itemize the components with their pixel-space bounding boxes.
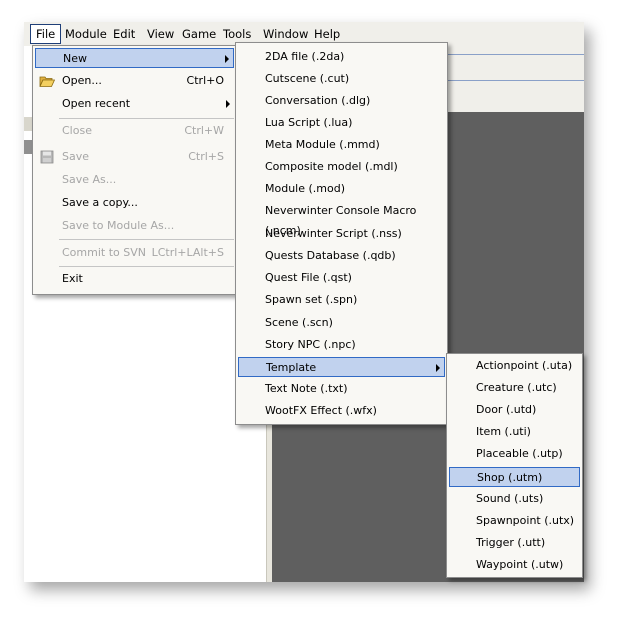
menu-item-label: Conversation (.dlg) bbox=[265, 94, 371, 107]
file-menu-save-copy[interactable]: Save a copy... bbox=[35, 193, 234, 213]
new-lua-script[interactable]: Lua Script (.lua) bbox=[238, 113, 445, 133]
new-meta-module[interactable]: Meta Module (.mmd) bbox=[238, 135, 445, 155]
menu-view[interactable]: View bbox=[142, 25, 179, 43]
open-folder-icon bbox=[39, 76, 55, 87]
template-spawnpoint[interactable]: Spawnpoint (.utx) bbox=[449, 511, 580, 531]
menu-item-label: Trigger (.utt) bbox=[476, 536, 546, 549]
menu-item-label: Quests Database (.qdb) bbox=[265, 249, 396, 262]
file-menu-save-as[interactable]: Save As... bbox=[35, 170, 234, 190]
menu-item-label: Save As... bbox=[62, 173, 117, 186]
menu-item-label: Door (.utd) bbox=[476, 403, 537, 416]
menu-item-label: Waypoint (.utw) bbox=[476, 558, 564, 571]
menu-window[interactable]: Window bbox=[258, 25, 313, 43]
file-menu: New Open... Ctrl+O Open recent Close Ctr… bbox=[32, 45, 237, 295]
template-waypoint[interactable]: Waypoint (.utw) bbox=[449, 555, 580, 575]
submenu-arrow-icon bbox=[226, 100, 230, 108]
new-cutscene[interactable]: Cutscene (.cut) bbox=[238, 69, 445, 89]
new-2da[interactable]: 2DA file (.2da) bbox=[238, 47, 445, 67]
menu-item-label: Spawnpoint (.utx) bbox=[476, 514, 575, 527]
menu-item-label: Quest File (.qst) bbox=[265, 271, 352, 284]
menu-edit[interactable]: Edit bbox=[108, 25, 140, 43]
menu-item-shortcut: Ctrl+O bbox=[186, 74, 224, 87]
template-creature[interactable]: Creature (.utc) bbox=[449, 378, 580, 398]
menu-item-label: Save a copy... bbox=[62, 196, 138, 209]
new-submenu: 2DA file (.2da) Cutscene (.cut) Conversa… bbox=[235, 42, 448, 425]
submenu-arrow-icon bbox=[436, 364, 440, 372]
menu-item-shortcut: Ctrl+S bbox=[188, 150, 224, 163]
menu-separator bbox=[59, 266, 234, 267]
template-actionpoint[interactable]: Actionpoint (.uta) bbox=[449, 356, 580, 376]
new-quests-database[interactable]: Quests Database (.qdb) bbox=[238, 246, 445, 266]
menu-item-label: Close bbox=[62, 124, 92, 137]
new-template[interactable]: Template bbox=[238, 357, 445, 377]
menu-separator bbox=[59, 118, 234, 119]
menu-separator bbox=[59, 239, 234, 240]
new-script[interactable]: Neverwinter Script (.nss) bbox=[238, 224, 445, 244]
menu-item-label: Story NPC (.npc) bbox=[265, 338, 356, 351]
menu-item-label: 2DA file (.2da) bbox=[265, 50, 345, 63]
file-menu-save-to-module[interactable]: Save to Module As... bbox=[35, 216, 234, 236]
new-console-macro[interactable]: Neverwinter Console Macro (.ncm) bbox=[238, 201, 445, 237]
menu-item-label: Shop (.utm) bbox=[477, 471, 543, 484]
menu-item-label: Exit bbox=[62, 272, 83, 285]
file-menu-new[interactable]: New bbox=[35, 48, 234, 68]
template-door[interactable]: Door (.utd) bbox=[449, 400, 580, 420]
template-placeable[interactable]: Placeable (.utp) bbox=[449, 444, 580, 464]
save-disk-icon bbox=[40, 150, 54, 164]
menu-item-label: Text Note (.txt) bbox=[265, 382, 348, 395]
menu-item-label: Spawn set (.spn) bbox=[265, 293, 358, 306]
menu-game[interactable]: Game bbox=[177, 25, 221, 43]
new-conversation[interactable]: Conversation (.dlg) bbox=[238, 91, 445, 111]
template-trigger[interactable]: Trigger (.utt) bbox=[449, 533, 580, 553]
template-sound[interactable]: Sound (.uts) bbox=[449, 489, 580, 509]
menu-item-label: Composite model (.mdl) bbox=[265, 160, 398, 173]
menu-item-shortcut: Ctrl+W bbox=[184, 124, 224, 137]
menu-file[interactable]: File bbox=[30, 24, 62, 44]
menu-item-label: New bbox=[63, 52, 87, 65]
file-menu-open-recent[interactable]: Open recent bbox=[35, 94, 234, 114]
menu-item-label: WootFX Effect (.wfx) bbox=[265, 404, 377, 417]
new-module[interactable]: Module (.mod) bbox=[238, 179, 445, 199]
menu-item-label: Lua Script (.lua) bbox=[265, 116, 353, 129]
menu-tools[interactable]: Tools bbox=[218, 25, 256, 43]
panel-tab-stub bbox=[24, 117, 32, 131]
template-shop[interactable]: Shop (.utm) bbox=[449, 467, 580, 487]
menu-item-label: Item (.uti) bbox=[476, 425, 531, 438]
new-quest-file[interactable]: Quest File (.qst) bbox=[238, 268, 445, 288]
new-wootfx-effect[interactable]: WootFX Effect (.wfx) bbox=[238, 401, 445, 421]
menu-item-label: Actionpoint (.uta) bbox=[476, 359, 573, 372]
template-item[interactable]: Item (.uti) bbox=[449, 422, 580, 442]
menu-item-label: Open recent bbox=[62, 97, 131, 110]
file-menu-close[interactable]: Close Ctrl+W bbox=[35, 121, 234, 141]
menu-item-label: Template bbox=[266, 361, 317, 374]
menu-item-label: Creature (.utc) bbox=[476, 381, 557, 394]
file-menu-exit[interactable]: Exit bbox=[35, 269, 234, 289]
new-spawn-set[interactable]: Spawn set (.spn) bbox=[238, 290, 445, 310]
menu-item-label: Meta Module (.mmd) bbox=[265, 138, 380, 151]
panel-tab-stub bbox=[24, 140, 32, 154]
menu-module[interactable]: Module bbox=[60, 25, 112, 43]
menu-item-label: Module (.mod) bbox=[265, 182, 346, 195]
template-submenu: Actionpoint (.uta) Creature (.utc) Door … bbox=[446, 353, 583, 578]
menu-item-label: Placeable (.utp) bbox=[476, 447, 563, 460]
menu-item-label: Neverwinter Script (.nss) bbox=[265, 227, 402, 240]
menu-item-label: Save to Module As... bbox=[62, 219, 175, 232]
menu-item-label: Commit to SVN bbox=[62, 246, 146, 259]
menu-help[interactable]: Help bbox=[309, 25, 345, 43]
menu-item-label: Sound (.uts) bbox=[476, 492, 544, 505]
menu-item-label: Open... bbox=[62, 74, 102, 87]
menu-item-label: Save bbox=[62, 150, 90, 163]
new-scene[interactable]: Scene (.scn) bbox=[238, 313, 445, 333]
submenu-arrow-icon bbox=[225, 55, 229, 63]
file-menu-open[interactable]: Open... Ctrl+O bbox=[35, 71, 234, 91]
file-menu-commit-svn[interactable]: Commit to SVN LCtrl+LAlt+S bbox=[35, 243, 234, 263]
menu-item-label: Scene (.scn) bbox=[265, 316, 333, 329]
new-story-npc[interactable]: Story NPC (.npc) bbox=[238, 335, 445, 355]
file-menu-save[interactable]: Save Ctrl+S bbox=[35, 147, 234, 167]
menu-item-shortcut: LCtrl+LAlt+S bbox=[151, 246, 224, 259]
menu-item-label: Cutscene (.cut) bbox=[265, 72, 350, 85]
new-composite-model[interactable]: Composite model (.mdl) bbox=[238, 157, 445, 177]
new-text-note[interactable]: Text Note (.txt) bbox=[238, 379, 445, 399]
